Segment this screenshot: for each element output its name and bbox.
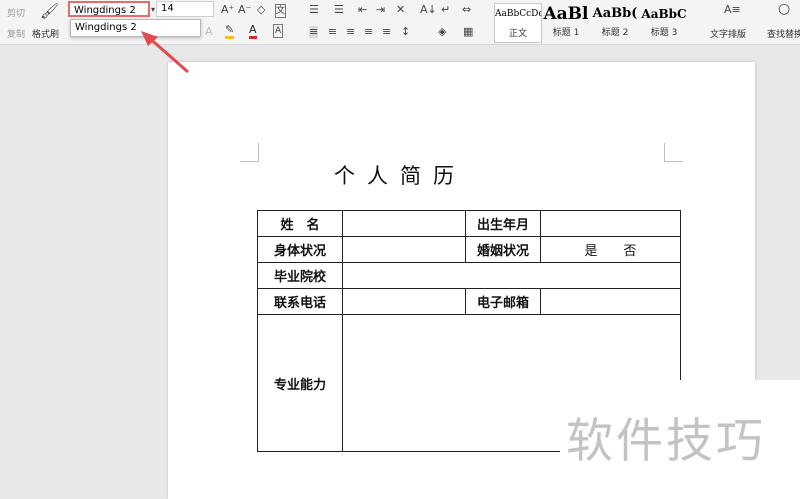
annotation-arrow-icon xyxy=(141,31,189,74)
